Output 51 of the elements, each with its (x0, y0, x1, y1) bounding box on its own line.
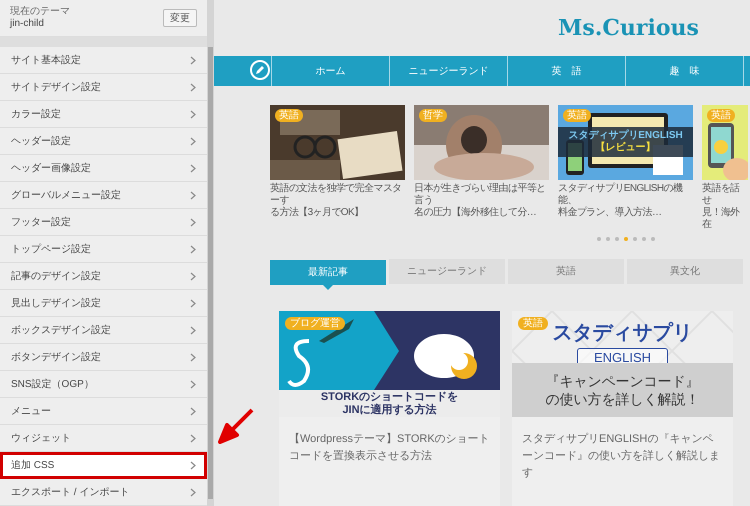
chevron-icon (190, 244, 196, 254)
chevron-icon (190, 298, 196, 308)
post-caption[interactable]: 名の圧力【海外移住して分… (414, 207, 549, 219)
chevron-icon (190, 82, 196, 92)
post-caption[interactable]: 料金プラン、導入方法… (558, 207, 693, 219)
post-title[interactable]: 【Wordpressテーマ】STORKのショートコードを置換表示させる方法 (279, 417, 500, 465)
banner-title: 【レビュー】 (596, 142, 656, 154)
chevron-icon (190, 434, 196, 442)
theme-label: 現在のテーマ (10, 6, 70, 18)
chevron-icon (190, 136, 196, 146)
post-card[interactable]: ブログ運営 STORKのショートコードを JINに適用する方法 【Wordpressテーマ】STORKのショートコードを置換表示させる方法 (279, 311, 500, 506)
banner-title: 『キャンペーンコード』 (546, 372, 700, 390)
post-caption[interactable]: る方法【3ヶ月でOK】 (270, 207, 405, 219)
category-badge: 英語 (518, 317, 548, 330)
change-button[interactable]: 変更 (163, 9, 197, 27)
brand-title: スタディサプリ (552, 321, 692, 345)
category-badge: 英語 (275, 109, 303, 122)
post-caption[interactable]: スタディサプリENGLISHの機能、 (558, 183, 693, 207)
category-badge: 英語 (707, 109, 735, 122)
banner-title: STORKのショートコードを (320, 390, 458, 404)
scrollbar[interactable] (207, 0, 214, 506)
post-caption[interactable]: 英語を話せ (702, 183, 748, 207)
post-caption[interactable]: 見！海外在 (702, 207, 748, 231)
arrow-icon (218, 408, 254, 444)
chevron-icon (190, 56, 196, 64)
post-caption[interactable]: 日本が生きづらい理由は平等と言う (414, 183, 549, 207)
banner-title: スタディサプリENGLISH (568, 130, 683, 142)
tab-pointer-icon (322, 284, 334, 290)
pencil-icon[interactable] (250, 60, 270, 80)
chevron-icon (190, 110, 196, 118)
chevron-icon (190, 461, 196, 470)
chevron-icon (190, 272, 196, 280)
chevron-icon (190, 326, 196, 334)
post-caption[interactable]: 英語の文法を独学で完全マスターす (270, 183, 405, 207)
chevron-icon (190, 380, 196, 388)
banner-title: JINに適用する方法 (342, 404, 437, 416)
category-badge: 哲学 (419, 109, 447, 122)
post-card[interactable]: スタディサプリ ENGLISH 英語 『キャンペーンコード』 の使い方を詳しく解説！ スタディサプリENGLISHの『キャンペーンコード』の使い方を詳しく解説します (512, 311, 733, 506)
theme-name: jin-child (10, 18, 45, 30)
chevron-icon (190, 164, 196, 172)
chevron-icon (190, 488, 196, 496)
category-badge: ブログ運営 (285, 317, 345, 330)
chevron-icon (190, 406, 196, 416)
post-title[interactable]: スタディサプリENGLISHの『キャンペーンコード』の使い方を詳しく解説します (512, 417, 733, 482)
chevron-icon (190, 218, 196, 226)
chevron-icon (190, 190, 196, 200)
category-badge: 英語 (563, 109, 591, 122)
tab[interactable]: 英語 (508, 259, 624, 284)
sidebar-item[interactable]: 追加 CSS (0, 452, 207, 479)
chevron-icon (190, 352, 196, 362)
banner-title: の使い方を詳しく解説！ (546, 390, 700, 408)
